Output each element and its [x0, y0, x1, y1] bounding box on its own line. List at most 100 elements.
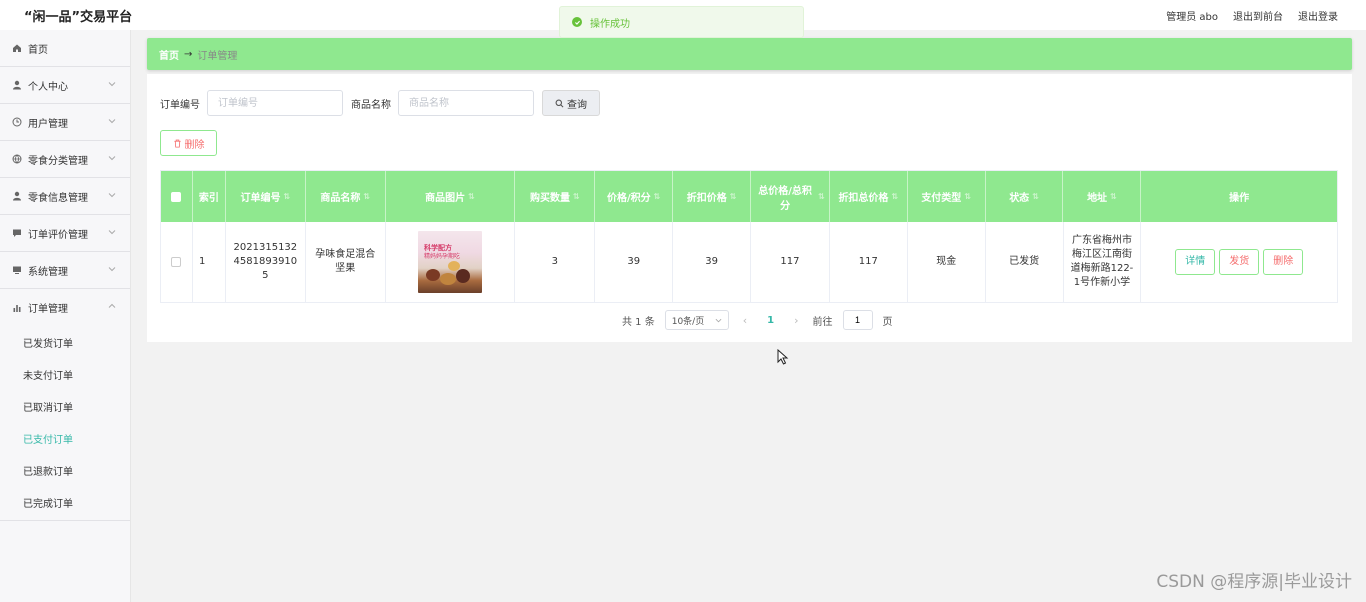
header-label: 总价格/总积分 — [758, 185, 812, 212]
product-name-label: 商品名称 — [351, 99, 391, 111]
sidebar-item-label: 零食分类管理 — [28, 155, 88, 167]
sidebar-item-snack-category[interactable]: 零食分类管理 — [0, 141, 130, 178]
header-quantity[interactable]: 购买数量 ⇅ — [515, 171, 596, 222]
logout-link[interactable]: 退出登录 — [1298, 8, 1338, 23]
back-to-front-link[interactable]: 退出到前台 — [1233, 8, 1283, 23]
header-product-name[interactable]: 商品名称 ⇅ — [306, 171, 386, 222]
table-row: 1 202131513245818939105 孕味食足混合坚果 科学配方 精妈… — [161, 222, 1337, 302]
sidebar-item-home[interactable]: 首页 — [0, 30, 130, 67]
cell-quantity: 3 — [515, 222, 596, 302]
sidebar-item-label: 个人中心 — [28, 81, 68, 93]
product-image[interactable]: 科学配方 精妈妈孕期吃 — [418, 231, 483, 293]
next-page-button[interactable]: › — [790, 314, 802, 327]
home-icon — [12, 43, 22, 53]
select-all-checkbox[interactable] — [171, 191, 182, 202]
header-status[interactable]: 状态 ⇅ — [986, 171, 1064, 222]
query-button[interactable]: 查询 — [542, 90, 600, 116]
detail-button[interactable]: 详情 — [1175, 249, 1216, 275]
top-right-links: 管理员 abo 退出到前台 退出登录 — [1166, 8, 1338, 23]
sort-icon: ⇅ — [572, 192, 580, 201]
table-header: 索引 订单编号 ⇅ 商品名称 ⇅ 商品图片 ⇅ 购买数量 ⇅ 价格/积分 ⇅ 折扣价格 ⇅ … — [161, 171, 1337, 222]
header-label: 购买数量 — [529, 193, 570, 204]
check-circle-icon — [572, 17, 582, 27]
user-icon — [12, 191, 22, 201]
cell-price: 39 — [595, 222, 674, 302]
sidebar-item-user-management[interactable]: 用户管理 — [0, 104, 130, 141]
sort-icon: ⇅ — [891, 192, 899, 201]
header-price[interactable]: 价格/积分 ⇅ — [595, 171, 674, 222]
sort-icon: ⇅ — [1110, 192, 1117, 201]
sidebar-item-system[interactable]: 系统管理 — [0, 252, 130, 289]
cell-discount-price: 39 — [673, 222, 752, 302]
header-total[interactable]: 总价格/总积分 ⇅ — [751, 171, 830, 222]
header-discount-total[interactable]: 折扣总价格 ⇅ — [830, 171, 908, 222]
header-order-no[interactable]: 订单编号 ⇅ — [226, 171, 306, 222]
submenu-cancelled-orders[interactable]: 已取消订单 — [0, 390, 130, 422]
page-size-value: 10条/页 — [671, 316, 705, 327]
submenu-shipped-orders[interactable]: 已发货订单 — [0, 326, 130, 358]
monitor-icon — [12, 265, 22, 275]
goto-page-input[interactable] — [842, 310, 873, 330]
header-label: 状态 — [1009, 193, 1030, 204]
sidebar-item-label: 用户管理 — [28, 118, 68, 130]
sidebar-item-label: 零食信息管理 — [28, 192, 88, 204]
ship-button[interactable]: 发货 — [1219, 249, 1260, 275]
page-size-select[interactable]: 10条/页 — [664, 310, 729, 330]
row-checkbox[interactable] — [171, 257, 182, 267]
batch-delete-button[interactable]: 删除 — [160, 130, 217, 156]
query-button-label: 查询 — [567, 99, 587, 111]
header-index: 索引 — [193, 171, 226, 222]
page-number-current[interactable]: 1 — [761, 315, 780, 326]
orders-table: 索引 订单编号 ⇅ 商品名称 ⇅ 商品图片 ⇅ 购买数量 ⇅ 价格/积分 ⇅ 折扣价格 ⇅ … — [160, 170, 1338, 303]
breadcrumb-current: 订单管理 — [197, 50, 238, 62]
submenu-unpaid-orders[interactable]: 未支付订单 — [0, 358, 130, 390]
success-toast: 操作成功 — [559, 6, 804, 38]
app-title: “闲一品”交易平台 — [24, 10, 133, 25]
header-pay-type[interactable]: 支付类型 ⇅ — [908, 171, 986, 222]
trash-icon — [173, 139, 181, 148]
breadcrumb-arrow: → — [184, 48, 193, 60]
delete-button[interactable]: 删除 — [1263, 249, 1304, 275]
cell-actions: 详情 发货 删除 — [1141, 222, 1337, 302]
pagination: 共 1 条 10条/页 ‹ 1 › 前往 页 — [622, 310, 893, 330]
sidebar: 首页 个人中心 用户管理 零食分类管理 零食信息管理 订单评价管理 系统管理 订… — [0, 30, 131, 602]
header-discount-price[interactable]: 折扣价格 ⇅ — [673, 171, 751, 222]
sidebar-item-order-review[interactable]: 订单评价管理 — [0, 215, 130, 252]
cell-pay-type: 现金 — [908, 222, 986, 302]
sort-icon: ⇅ — [363, 192, 371, 201]
admin-label: 管理员 abo — [1166, 12, 1218, 23]
prev-page-button[interactable]: ‹ — [739, 314, 751, 327]
submenu-paid-orders[interactable]: 已支付订单 — [0, 422, 130, 454]
header-label: 折扣价格 — [686, 193, 727, 204]
sort-icon: ⇅ — [1032, 192, 1039, 201]
header-actions: 操作 — [1229, 193, 1250, 204]
sort-icon: ⇅ — [283, 192, 291, 201]
header-label: 价格/积分 — [607, 193, 651, 204]
header-address[interactable]: 地址 ⇅ — [1063, 171, 1142, 222]
sort-icon: ⇅ — [818, 192, 825, 201]
header-label: 商品图片 — [425, 193, 466, 204]
user-icon — [12, 80, 22, 90]
cell-status: 已发货 — [986, 222, 1064, 302]
sidebar-item-label: 订单管理 — [28, 304, 68, 315]
order-submenu: 已发货订单 未支付订单 已取消订单 已支付订单 已退款订单 已完成订单 — [0, 326, 130, 521]
sidebar-item-order-management[interactable]: 订单管理 — [0, 289, 130, 326]
sidebar-item-snack-info[interactable]: 零食信息管理 — [0, 178, 130, 215]
submenu-refunded-orders[interactable]: 已退款订单 — [0, 454, 130, 486]
header-label: 地址 — [1087, 193, 1108, 204]
chevron-down-icon — [108, 230, 116, 235]
toast-message: 操作成功 — [590, 18, 630, 30]
breadcrumb: 首页 → 订单管理 — [147, 38, 1352, 70]
order-no-input[interactable] — [207, 90, 343, 116]
header-label: 商品名称 — [320, 193, 361, 204]
product-name-input[interactable] — [398, 90, 534, 116]
breadcrumb-home[interactable]: 首页 — [159, 47, 179, 62]
submenu-completed-orders[interactable]: 已完成订单 — [0, 486, 130, 518]
row-select-cell — [161, 222, 193, 302]
mouse-cursor-icon — [777, 349, 789, 365]
chevron-down-icon — [715, 318, 722, 322]
sidebar-item-personal-center[interactable]: 个人中心 — [0, 67, 130, 104]
page-suffix: 页 — [882, 316, 893, 328]
header-product-image[interactable]: 商品图片 ⇅ — [386, 171, 516, 222]
sidebar-item-label: 订单评价管理 — [28, 229, 88, 241]
